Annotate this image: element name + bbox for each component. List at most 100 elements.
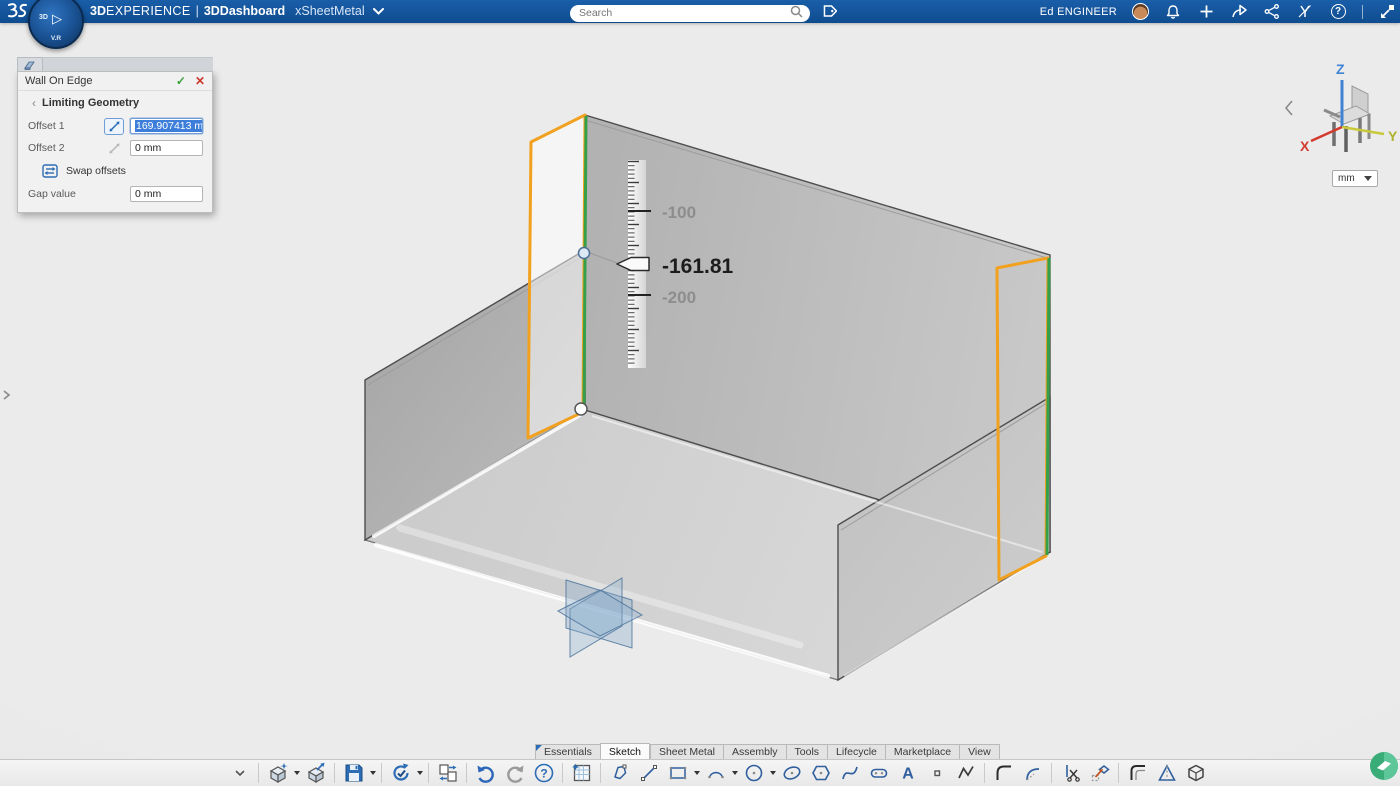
offset-tool-button[interactable] [1124,761,1151,785]
user-name[interactable]: Ed ENGINEER [1040,6,1117,18]
tab-label: Sheet Metal [659,746,715,758]
export-part-button[interactable] [302,761,329,785]
text-icon: A [897,762,919,784]
fillet-tool-button[interactable] [1019,761,1046,785]
expand-toolbar-button[interactable] [226,761,253,785]
constraint-tool-button[interactable] [1153,761,1180,785]
arc-tool-button[interactable] [702,761,729,785]
project-tool-button[interactable] [1086,761,1113,785]
update-button[interactable] [387,761,414,785]
tab-tools[interactable]: Tools [786,744,828,759]
tab-sheet-metal[interactable]: Sheet Metal [650,744,723,759]
selected-edge-left[interactable] [584,116,586,409]
drag-handle-bottom[interactable] [575,403,587,415]
ruler-current-value: -161.81 [662,255,734,278]
offset1-direction-button[interactable] [104,118,124,135]
swap-offsets-button[interactable]: Swap offsets [18,159,212,183]
close-button[interactable]: ✕ [195,74,205,88]
ellipse-tool-button[interactable] [778,761,805,785]
save-button[interactable] [340,761,367,785]
wall-preview-left[interactable] [528,115,585,438]
confirm-button[interactable]: ✓ [176,74,186,88]
polyline-tool-button[interactable] [952,761,979,785]
left-panel-expander[interactable] [0,384,14,406]
exit-fullscreen-button[interactable] [1378,3,1396,21]
tag-button[interactable] [820,3,838,20]
slot-tool-button[interactable] [865,761,892,785]
action-bar: ? [0,759,1400,786]
brand-3d: 3D [90,4,106,18]
dropdown-caret-icon[interactable] [417,771,423,775]
undo-button[interactable] [472,761,499,785]
tab-view[interactable]: View [959,744,1000,759]
panel-tab[interactable] [17,57,43,71]
corner-tool-button[interactable] [990,761,1017,785]
gap-value-input[interactable]: 0 mm [130,186,203,202]
hexagon-icon [810,762,832,784]
offset2-input[interactable]: 0 mm [130,140,203,156]
tab-essentials[interactable]: Essentials [535,744,600,759]
dropdown-caret-icon[interactable] [294,771,300,775]
dropdown-caret-icon[interactable] [694,771,700,775]
help-tool-button[interactable]: ? [530,761,557,785]
polygon-tool-button[interactable] [807,761,834,785]
axis-y-line[interactable] [1342,127,1384,134]
fillet-icon [1022,762,1044,784]
offset1-input[interactable]: 169.907413 mm [130,118,203,134]
tab-label: Lifecycle [836,746,877,758]
notifications-button[interactable] [1164,3,1182,21]
tab-lifecycle[interactable]: Lifecycle [827,744,885,759]
help-button[interactable]: ? [1329,3,1347,21]
3ds-play-button[interactable] [1296,3,1314,21]
sheetmetal-part[interactable] [365,115,1050,680]
compare-button[interactable] [434,761,461,785]
avatar[interactable] [1132,3,1149,20]
line-tool-button[interactable] [635,761,662,785]
back-chevron-icon[interactable]: ‹ [32,96,36,110]
save-floppy-icon [343,762,365,784]
exit-sketch-button[interactable] [1182,761,1209,785]
view-triad[interactable]: Z X Y [1286,61,1398,154]
units-value: mm [1338,173,1364,184]
dropdown-caret-icon[interactable] [370,771,376,775]
chevron-down-icon[interactable] [373,0,384,23]
profile-tool-button[interactable] [606,761,633,785]
share-arrow-icon [1231,4,1248,19]
rectangle-tool-button[interactable] [664,761,691,785]
offset2-label: Offset 2 [28,142,104,154]
share-network-button[interactable] [1263,3,1281,21]
tab-sketch[interactable]: Sketch [600,743,650,759]
offset1-label: Offset 1 [28,120,104,132]
axis-x-line[interactable] [1311,127,1342,141]
dropdown-caret-icon[interactable] [770,771,776,775]
tab-marketplace[interactable]: Marketplace [885,744,959,759]
top-app-bar: 3DEXPERIENCE|3DDashboardxSheetMetal Ed E… [0,0,1400,23]
new-part-button[interactable] [264,761,291,785]
share-button[interactable] [1230,3,1248,21]
toolbar-separator [562,763,563,783]
dropdown-caret-icon[interactable] [732,771,738,775]
units-dropdown[interactable]: mm [1332,170,1378,187]
positioned-sketch-button[interactable] [568,761,595,785]
robot-figure-icon [1324,86,1370,152]
search-input[interactable] [570,5,810,22]
brand-experience: EXPERIENCE [106,4,191,18]
tab-assembly[interactable]: Assembly [723,744,786,759]
spline-tool-button[interactable] [836,761,863,785]
offset2-direction-button[interactable] [104,140,124,157]
circle-tool-button[interactable] [740,761,767,785]
app-title[interactable]: 3DEXPERIENCE|3DDashboardxSheetMetal [90,0,384,23]
redo-button[interactable] [501,761,528,785]
text-tool-button[interactable]: A [894,761,921,785]
3d-compass-button[interactable]: 3D ▷ V.R [28,0,84,49]
svg-text:?: ? [540,767,547,781]
add-content-button[interactable] [1197,3,1215,21]
dassault-systemes-logo-icon[interactable] [4,1,30,22]
drag-handle-top[interactable] [579,248,590,259]
trim-tool-button[interactable] [1057,761,1084,785]
point-tool-button[interactable] [923,761,950,785]
profile-sketch-icon [609,762,631,784]
triad-collapse-chevron-icon[interactable] [1286,101,1292,115]
platform-badge-button[interactable] [1368,750,1400,786]
selected-edge-right[interactable] [1047,258,1049,555]
